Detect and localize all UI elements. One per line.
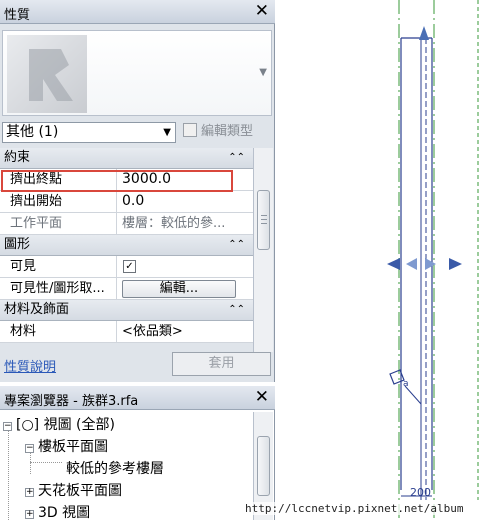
tree-item-label: 天花板平面圖 (38, 483, 122, 499)
drag-arrow-left-icon[interactable] (387, 258, 400, 270)
properties-help-link[interactable]: 性質說明 (4, 356, 56, 375)
collapse-icon[interactable]: ⌃⌃ (228, 148, 245, 168)
property-value-input[interactable]: 0.0 (118, 191, 236, 212)
tree-item-label: 樓板平面圖 (38, 439, 108, 455)
properties-grid: 約束 ⌃⌃ 擠出終點 3000.0 擠出開始 0.0 工作平面 樓層：較低的參.… (0, 148, 253, 343)
edit-type-button[interactable]: 編輯類型 (183, 122, 253, 142)
drawing-view[interactable]: a 200 (276, 0, 479, 520)
collapse-icon[interactable]: − (3, 422, 12, 431)
property-key: 擠出開始 (0, 191, 117, 212)
section-graphics[interactable]: 圖形 ⌃⌃ (0, 235, 253, 256)
section-constraints[interactable]: 約束 ⌃⌃ (0, 148, 253, 169)
type-selector[interactable]: 其他 (1) ▼ (2, 122, 176, 143)
drawing-canvas[interactable]: a 200 (276, 0, 479, 520)
browser-title: 專案瀏覽器 - 族群3.rfa (4, 394, 139, 409)
edit-type-label: 編輯類型 (201, 124, 254, 139)
collapse-icon[interactable]: ⌃⌃ (228, 235, 245, 255)
tree-item-ceiling-plans[interactable]: + 天花板平面圖 (25, 480, 122, 502)
work-plane-icon[interactable] (389, 369, 405, 385)
tree-item-lower-ref-level[interactable]: 較低的參考樓層 (66, 458, 164, 480)
watermark-url: http://lccnetvip.pixnet.net/album (245, 502, 464, 515)
property-value: 樓層：較低的參... (122, 216, 226, 231)
tree-item-label: [○] 視圖 (全部) (16, 417, 115, 433)
tree-item-views[interactable]: − [○] 視圖 (全部) (3, 414, 115, 436)
expand-icon[interactable]: + (25, 510, 34, 519)
property-row-extrusion-end[interactable]: 擠出終點 3000.0 (0, 169, 253, 191)
property-value: ✓ (118, 256, 236, 277)
browser-tree: − [○] 視圖 (全部) − 樓板平面圖 較低的參考樓層 + 天花板平面圖 +3D … (0, 414, 252, 520)
properties-scrollbar[interactable] (253, 148, 273, 352)
property-key: 可見 (0, 256, 117, 277)
property-key: 工作平面 (0, 213, 117, 234)
edit-type-icon (183, 123, 197, 137)
revit-logo-icon (29, 49, 73, 101)
type-preview: ▼ (2, 30, 272, 116)
property-row-material[interactable]: 材料 <依品類> (0, 321, 253, 343)
collapse-icon[interactable]: − (25, 444, 34, 453)
chevron-down-icon[interactable]: ▼ (163, 123, 171, 142)
section-materials[interactable]: 材料及飾面 ⌃⌃ (0, 300, 253, 321)
preview-dropdown-icon[interactable]: ▼ (259, 67, 267, 78)
tree-line (30, 462, 62, 463)
tree-line (8, 430, 9, 520)
tree-item-3d-views[interactable]: +3D 視圖 (25, 502, 90, 520)
tree-item-label: 3D 視圖 (38, 505, 91, 520)
visible-checkbox[interactable]: ✓ (123, 260, 136, 273)
collapse-icon[interactable]: ⌃⌃ (228, 300, 245, 320)
property-row-visibility-graphics[interactable]: 可見性/圖形取... 編輯... (0, 278, 253, 300)
properties-panel: 性質 ✕ ▼ 其他 (1) ▼ 編輯類型 約束 ⌃⌃ 擠出終點 3000.0 擠… (0, 0, 275, 382)
tree-item-floor-plans[interactable]: − 樓板平面圖 (25, 436, 108, 458)
leader-line (404, 385, 422, 405)
drag-arrow-right-icon[interactable] (449, 258, 462, 270)
property-key: 擠出終點 (0, 169, 117, 190)
property-value[interactable]: <依品類> (118, 321, 236, 342)
scrollbar-thumb[interactable] (257, 190, 270, 250)
family-thumbnail (7, 35, 87, 113)
property-row-extrusion-start[interactable]: 擠出開始 0.0 (0, 191, 253, 213)
properties-title: 性質 (4, 8, 31, 23)
tree-item-label: 較低的參考樓層 (66, 461, 164, 477)
property-key: 可見性/圖形取... (0, 278, 117, 299)
shape-handle-icon[interactable] (419, 26, 429, 40)
edit-button[interactable]: 編輯... (122, 280, 236, 298)
properties-titlebar: 性質 ✕ (0, 0, 275, 24)
type-selector-value: 其他 (1) (6, 124, 59, 140)
property-value-input[interactable]: 3000.0 (118, 169, 236, 190)
close-icon[interactable]: ✕ (255, 387, 269, 407)
property-row-visible[interactable]: 可見 ✓ (0, 256, 253, 278)
section-label: 圖形 (4, 237, 31, 252)
property-value: 編輯... (118, 278, 236, 299)
property-key: 材料 (0, 321, 117, 342)
section-label: 約束 (4, 150, 31, 165)
close-icon[interactable]: ✕ (255, 1, 269, 21)
project-browser: 專案瀏覽器 - 族群3.rfa ✕ − [○] 視圖 (全部) − 樓板平面圖 較低… (0, 386, 275, 520)
grip-line (261, 219, 267, 220)
grip-line (261, 215, 267, 216)
browser-titlebar: 專案瀏覽器 - 族群3.rfa ✕ (0, 386, 275, 410)
apply-button[interactable]: 套用 (172, 352, 271, 376)
dimension-text[interactable]: 200 (410, 486, 431, 499)
property-row-work-plane[interactable]: 工作平面 樓層：較低的參... (0, 213, 253, 235)
grip-line (261, 223, 267, 224)
scrollbar-thumb[interactable] (257, 436, 270, 496)
expand-icon[interactable]: + (25, 488, 34, 497)
flip-arrow-left-icon[interactable] (406, 258, 417, 270)
section-label: 材料及飾面 (4, 302, 70, 317)
